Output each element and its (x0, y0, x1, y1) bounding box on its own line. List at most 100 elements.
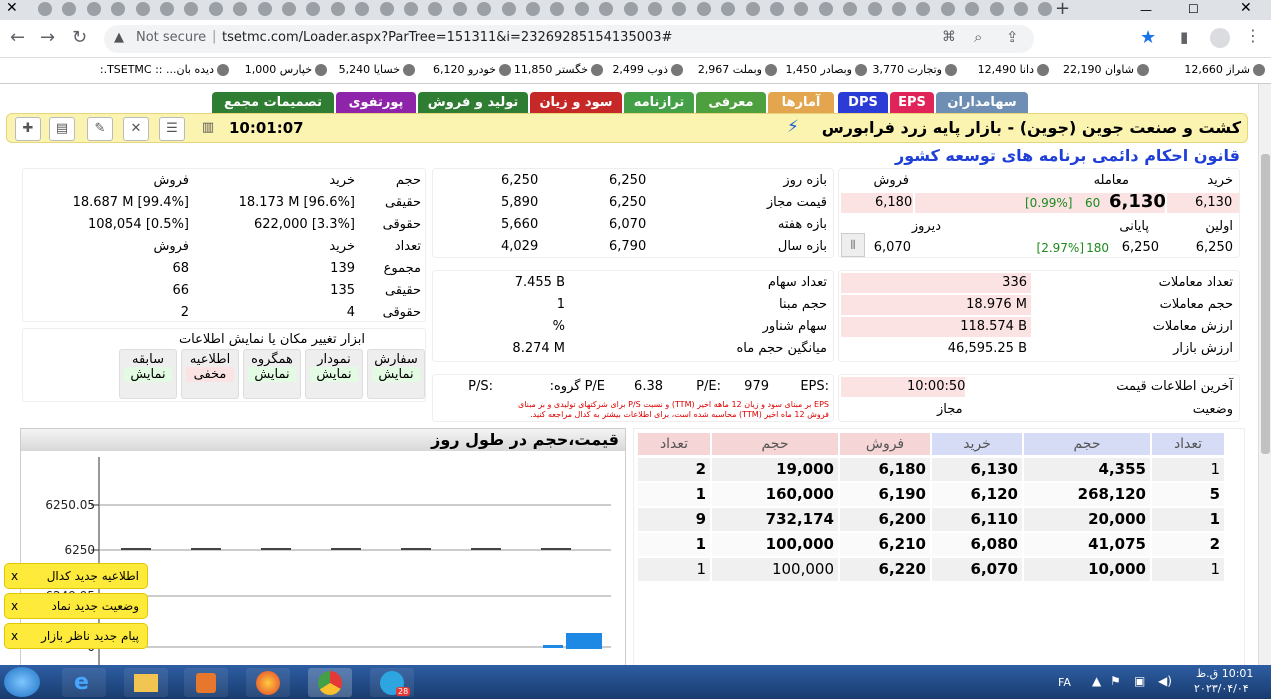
notification-toast[interactable]: وضعیت جدید نماد x (4, 593, 148, 619)
bookmark-item[interactable]: وتجارت 3,770 (873, 63, 957, 76)
nav-tab[interactable]: تصمیمات مجمع (212, 92, 334, 113)
reload-icon[interactable]: ↻ (72, 28, 87, 48)
tab-favicon[interactable] (1038, 2, 1053, 16)
tab-favicon[interactable] (550, 2, 565, 16)
tab-favicon[interactable] (282, 2, 296, 16)
tab-favicon[interactable] (745, 2, 760, 16)
tab-favicon[interactable] (916, 2, 931, 16)
tab-favicon[interactable] (257, 2, 272, 16)
action-center-icon[interactable]: ⚑ (1110, 674, 1121, 688)
tab-favicon[interactable] (355, 2, 370, 16)
nav-tab[interactable]: معرفی (696, 92, 766, 113)
tool-toggle-button[interactable]: همگروه نمایش (243, 349, 301, 399)
telegram-icon[interactable]: 28 (370, 668, 414, 697)
scrollbar-thumb[interactable] (1261, 154, 1270, 454)
tab-favicon[interactable] (184, 2, 199, 16)
tab-favicon[interactable] (794, 2, 809, 16)
tab-favicon[interactable] (38, 2, 52, 16)
tab-favicon[interactable] (818, 2, 833, 16)
bookmark-label[interactable]: شراز 12,660 (1184, 63, 1250, 76)
sidepanel-icon[interactable]: ▮ (1180, 28, 1188, 46)
warning-icon[interactable]: ▲ (114, 30, 124, 45)
bookmark-label[interactable]: وتجارت 3,770 (873, 63, 943, 76)
tab-favicon[interactable] (233, 2, 248, 16)
nav-tab[interactable]: پورتفوی (336, 92, 416, 113)
list-icon[interactable]: ☰ (159, 117, 185, 141)
tab-favicon[interactable] (86, 2, 101, 16)
tab-favicon[interactable] (648, 2, 662, 16)
tab-favicon[interactable] (452, 2, 467, 16)
close-window-icon[interactable]: ✕ (1240, 0, 1252, 16)
translate-icon[interactable]: ⌘ (942, 29, 956, 45)
tab-favicon[interactable] (892, 2, 906, 16)
calculator-icon[interactable]: ▤ (49, 117, 75, 141)
media-player-icon[interactable] (184, 668, 228, 697)
taskbar-date[interactable]: ۲۰۲۳/۰۴/۰۴ (1194, 682, 1249, 695)
tab-favicon[interactable] (770, 2, 784, 16)
language-indicator[interactable]: FA (1058, 676, 1071, 689)
notification-close-button[interactable]: x (11, 564, 18, 588)
bookmark-item[interactable]: وبصادر 1,450 (786, 63, 867, 76)
tab-favicon[interactable] (160, 2, 174, 16)
nav-tab[interactable]: ترازنامه (624, 92, 694, 113)
tab-favicon[interactable] (111, 2, 126, 16)
tab-favicon[interactable] (672, 2, 687, 16)
bookmark-star-icon[interactable]: ★ (1140, 27, 1156, 48)
tool-toggle-button[interactable]: اطلاعیه مخفی (181, 349, 239, 399)
bookmark-item[interactable]: وبملت 2,967 (698, 63, 777, 76)
tab-favicon[interactable] (501, 2, 516, 16)
zoom-icon[interactable]: ⌕ (974, 28, 982, 46)
tab-favicon[interactable] (989, 2, 1004, 16)
tab-favicon[interactable] (404, 2, 418, 16)
bookmark-label[interactable]: خپارس 1,000 (245, 63, 312, 76)
tab-favicon[interactable] (306, 2, 321, 16)
tab-favicon[interactable] (940, 2, 955, 16)
taskbar-time[interactable]: 10:01 ق.ظ (1196, 667, 1253, 680)
edit-icon[interactable]: ✎ (87, 117, 113, 141)
close-tab-icon[interactable]: ✕ (6, 0, 18, 16)
bookmark-item[interactable]: شاوان 22,190 (1063, 63, 1149, 76)
nav-tab[interactable]: DPS (838, 92, 888, 113)
maximize-icon[interactable]: ☐ (1188, 2, 1199, 16)
back-icon[interactable]: ← (10, 28, 25, 48)
notice-link[interactable]: قانون احکام دائمی برنامه های توسعه کشور (895, 146, 1240, 165)
nav-tab[interactable]: EPS (890, 92, 934, 113)
add-icon[interactable]: ✚ (15, 117, 41, 141)
tab-favicon[interactable] (574, 2, 589, 16)
tab-favicon[interactable] (477, 2, 492, 16)
firefox-icon[interactable] (246, 668, 290, 697)
bookmark-label[interactable]: خسایا 5,240 (339, 63, 400, 76)
bookmark-item[interactable]: شراز 12,660 (1184, 63, 1265, 76)
tool-toggle-button[interactable]: سفارش نمایش (367, 349, 425, 399)
nav-tab[interactable]: سود و زیان (530, 92, 622, 113)
bookmark-item[interactable]: دانا 12,490 (978, 63, 1049, 76)
bookmark-item[interactable]: خسایا 5,240 (339, 63, 415, 76)
notification-toast[interactable]: اطلاعیه جدید کدال x (4, 563, 148, 589)
profile-icon[interactable] (1210, 28, 1230, 48)
notification-close-button[interactable]: x (11, 624, 18, 648)
tool-toggle-button[interactable]: سابقه نمایش (119, 349, 177, 399)
file-explorer-icon[interactable] (124, 668, 168, 697)
bookmark-item[interactable]: خگستر 11,850 (514, 63, 603, 76)
tab-favicon[interactable] (721, 2, 736, 16)
new-tab-icon[interactable]: + (1055, 0, 1070, 19)
bookmark-label[interactable]: دیده بان... :: TSETMC.: (100, 63, 214, 76)
tab-favicon[interactable] (965, 2, 980, 16)
bookmark-label[interactable]: دانا 12,490 (978, 63, 1034, 76)
tab-favicon[interactable] (867, 2, 882, 16)
settings-sliders-icon[interactable]: ⫴ (841, 233, 865, 257)
bookmark-label[interactable]: خگستر 11,850 (514, 63, 588, 76)
tab-favicon[interactable] (379, 2, 394, 16)
minimize-icon[interactable]: — (1140, 3, 1152, 17)
tab-favicon[interactable] (696, 2, 711, 16)
ie-icon[interactable]: e (62, 668, 106, 697)
security-label[interactable]: Not secure (136, 30, 206, 45)
tab-favicon[interactable] (526, 2, 540, 16)
bookmark-label[interactable]: شاوان 22,190 (1063, 63, 1134, 76)
tab-favicon[interactable] (599, 2, 614, 16)
start-button[interactable] (4, 667, 40, 697)
menu-icon[interactable]: ⋮ (1245, 26, 1261, 45)
tab-favicon[interactable] (1014, 2, 1028, 16)
tab-favicon[interactable] (843, 2, 858, 16)
bookmark-item[interactable]: دیده بان... :: TSETMC.: (100, 63, 229, 76)
